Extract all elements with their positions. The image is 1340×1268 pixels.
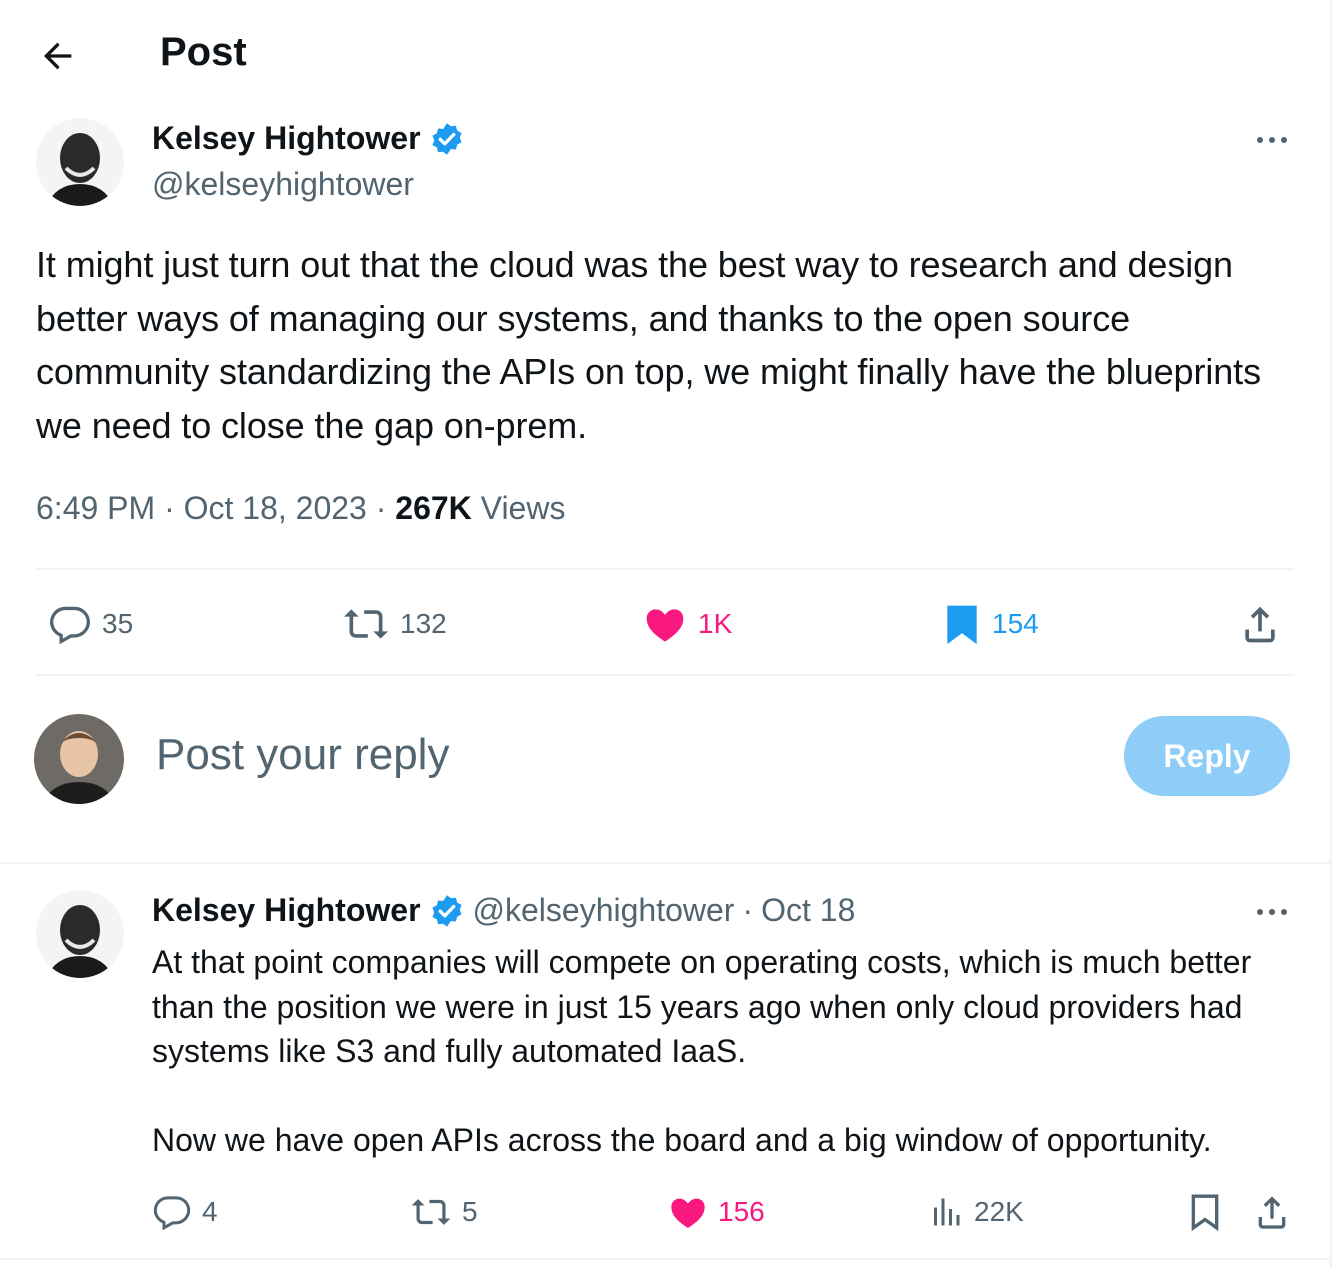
repost-action[interactable]: 132 xyxy=(342,602,447,646)
reply-author-name[interactable]: Kelsey Hightower xyxy=(152,892,421,929)
share-icon[interactable] xyxy=(1252,1192,1292,1232)
repost-icon xyxy=(342,602,390,646)
post-text: It might just turn out that the cloud wa… xyxy=(36,244,1261,446)
bookmark-icon[interactable] xyxy=(1188,1192,1222,1232)
post-time[interactable]: 6:49 PM xyxy=(36,490,155,526)
bookmark-count: 154 xyxy=(992,608,1039,639)
author-avatar[interactable] xyxy=(36,118,124,206)
reply-action[interactable]: 4 xyxy=(152,1192,218,1232)
reply-icon xyxy=(48,602,92,646)
views-action[interactable]: 22K xyxy=(928,1192,1024,1232)
like-icon xyxy=(668,1192,708,1232)
page-title: Post xyxy=(160,30,247,74)
right-border xyxy=(1330,0,1332,1268)
reply-count: 35 xyxy=(102,608,134,639)
views-label: Views xyxy=(480,490,566,526)
views-count: 267K xyxy=(395,490,472,526)
reply-paragraph: At that point companies will compete on … xyxy=(152,944,1252,1069)
reply-header: Kelsey Hightower @kelseyhightower · Oct … xyxy=(152,892,855,929)
like-action[interactable]: 156 xyxy=(668,1192,765,1232)
repost-icon xyxy=(410,1192,452,1232)
verified-badge-icon xyxy=(429,121,465,157)
separator-dot: · xyxy=(742,892,754,928)
reply-paragraph: Now we have open APIs across the board a… xyxy=(152,1121,1212,1158)
like-action[interactable]: 1K xyxy=(642,602,732,646)
reply-count: 4 xyxy=(202,1196,218,1227)
reply-date[interactable]: Oct 18 xyxy=(761,892,855,929)
author-name[interactable]: Kelsey Hightower xyxy=(152,120,421,157)
author-handle[interactable]: @kelseyhightower xyxy=(152,166,414,203)
divider xyxy=(36,568,1294,570)
more-icon[interactable] xyxy=(1254,130,1294,150)
like-count: 156 xyxy=(718,1196,765,1227)
divider xyxy=(0,862,1330,864)
share-icon[interactable] xyxy=(1238,602,1282,646)
post-meta: 6:49 PM · Oct 18, 2023 · 267K Views xyxy=(36,490,566,526)
views-count: 22K xyxy=(974,1196,1024,1227)
divider xyxy=(36,674,1294,676)
reply-button[interactable]: Reply xyxy=(1124,716,1290,796)
bookmark-action[interactable]: 154 xyxy=(942,602,1039,646)
reply-icon xyxy=(152,1192,192,1232)
reply-text: At that point companies will compete on … xyxy=(152,940,1312,1162)
reply-author-handle[interactable]: @kelseyhightower xyxy=(473,892,735,929)
repost-action[interactable]: 5 xyxy=(410,1192,478,1232)
repost-count: 5 xyxy=(462,1196,478,1227)
views-icon xyxy=(928,1192,964,1232)
like-icon xyxy=(642,602,688,646)
repost-count: 132 xyxy=(400,608,447,639)
reply-action[interactable]: 35 xyxy=(48,602,133,646)
reply-author-avatar[interactable] xyxy=(36,890,124,978)
user-avatar[interactable] xyxy=(34,714,124,804)
back-arrow-icon[interactable] xyxy=(38,36,78,76)
divider xyxy=(0,1258,1330,1260)
more-icon[interactable] xyxy=(1254,902,1294,922)
bookmark-icon xyxy=(942,602,982,646)
verified-badge-icon xyxy=(429,893,465,929)
like-count: 1K xyxy=(698,608,733,639)
reply-input[interactable]: Post your reply xyxy=(156,730,449,780)
post-date[interactable]: Oct 18, 2023 xyxy=(184,490,367,526)
